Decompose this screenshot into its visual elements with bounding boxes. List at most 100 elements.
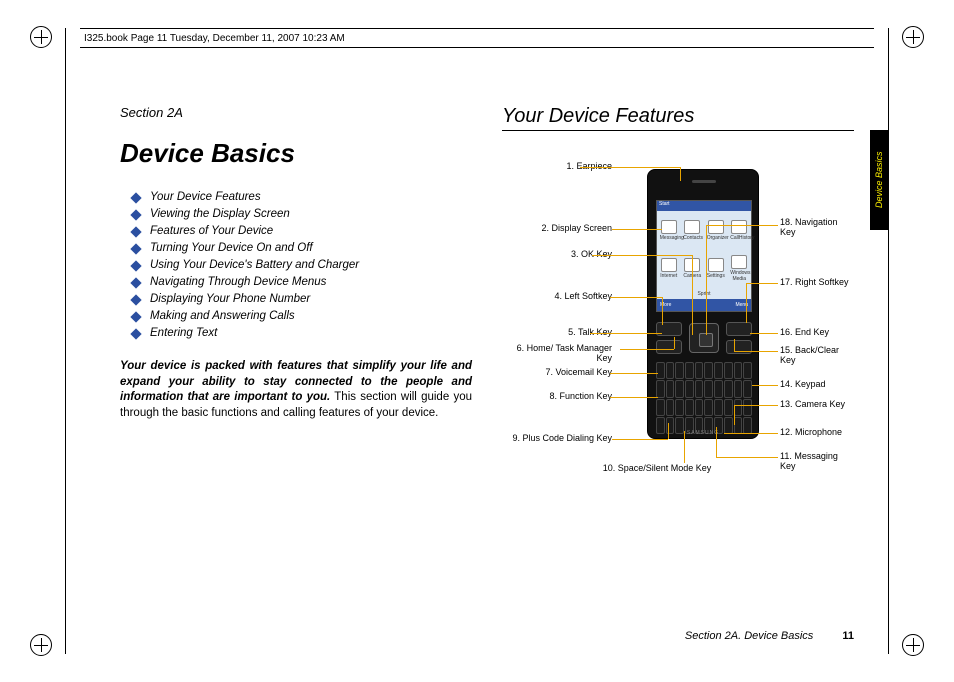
leader-line [734, 405, 735, 425]
toc-item-label: Turning Your Device On and Off [150, 242, 313, 254]
callout-display: 2. Display Screen [502, 223, 612, 233]
home-icon-label: CallHistory [730, 235, 754, 241]
leader-line [716, 427, 717, 457]
leader-line [612, 439, 668, 440]
home-icon: CallHistory [730, 220, 748, 241]
leader-line [590, 333, 662, 334]
bullet-icon [130, 260, 141, 271]
toc-item-label: Viewing the Display Screen [150, 208, 290, 220]
leader-line [580, 167, 680, 168]
crop-mark-icon [902, 26, 924, 48]
callout-microphone: 12. Microphone [780, 427, 842, 437]
toc-item: Viewing the Display Screen [132, 208, 472, 220]
page-number: 11 [842, 630, 854, 642]
device-diagram: Start Messaging Contacts Organizer CallH… [502, 141, 854, 571]
toc-item-label: Entering Text [150, 327, 217, 339]
home-icon: Windows Media [730, 255, 748, 282]
side-tab-label: Device Basics [874, 152, 884, 209]
crop-header-text: I325.book Page 11 Tuesday, December 11, … [84, 33, 345, 44]
callout-plus-code-key: 9. Plus Code Dialing Key [502, 433, 612, 443]
callout-right-softkey: 17. Right Softkey [780, 277, 849, 287]
qwerty-keypad [656, 362, 752, 434]
leader-line [674, 337, 675, 349]
home-icon: Messaging [660, 220, 678, 241]
leader-line [706, 225, 707, 335]
crop-mark-icon [902, 634, 924, 656]
home-icon-label: Settings [707, 273, 725, 279]
callout-home-key: 6. Home/ Task Manager Key [502, 343, 612, 364]
phone-screen: Start Messaging Contacts Organizer CallH… [656, 200, 752, 312]
bullet-icon [130, 209, 141, 220]
home-icon-label: Windows Media [730, 270, 750, 282]
toc-item-label: Your Device Features [150, 191, 261, 203]
leader-line [592, 255, 692, 256]
toc-item-label: Displaying Your Phone Number [150, 293, 310, 305]
toc-item: Your Device Features [132, 191, 472, 203]
leader-line [610, 397, 658, 398]
home-icon: Organizer [707, 220, 725, 241]
home-icon: Contacts [683, 220, 701, 241]
dpad-icon [689, 323, 719, 353]
home-icon: Settings [707, 258, 725, 279]
leader-line [610, 297, 662, 298]
callout-messaging-key: 11. Messaging Key [780, 451, 854, 472]
leader-line [734, 405, 778, 406]
toc-item-label: Navigating Through Device Menus [150, 276, 326, 288]
book-crop-header: I325.book Page 11 Tuesday, December 11, … [80, 28, 874, 48]
home-icon-label: Internet [660, 273, 677, 279]
callout-end-key: 16. End Key [780, 327, 829, 337]
leader-line [734, 351, 778, 352]
page-title: Device Basics [120, 138, 472, 169]
status-bar: Start [657, 201, 751, 211]
bullet-icon [130, 243, 141, 254]
home-icon: Internet [660, 258, 678, 279]
right-column: Your Device Features Start Messaging Con… [502, 105, 854, 612]
leader-line [716, 457, 778, 458]
leader-line [662, 297, 663, 325]
leader-line [724, 433, 778, 434]
talk-key-btn [656, 340, 682, 354]
toc-item: Features of Your Device [132, 225, 472, 237]
home-icon-row: Internet Camera Settings Windows Media [657, 251, 751, 285]
callout-voicemail-key: 7. Voicemail Key [502, 367, 612, 377]
bullet-icon [130, 294, 141, 305]
leader-line [610, 373, 658, 374]
leader-line [752, 385, 778, 386]
section-label: Section 2A [120, 105, 472, 120]
crop-rule [65, 28, 66, 654]
callout-keypad: 14. Keypad [780, 379, 826, 389]
callout-navigation-key: 18. Navigation Key [780, 217, 854, 238]
toc-item: Making and Answering Calls [132, 310, 472, 322]
crop-mark-icon [30, 26, 52, 48]
toc-item: Using Your Device's Battery and Charger [132, 259, 472, 271]
intro-paragraph: Your device is packed with features that… [120, 359, 472, 421]
toc-item-label: Features of Your Device [150, 225, 273, 237]
leader-line [620, 349, 674, 350]
leader-line [668, 423, 669, 439]
leader-line [612, 229, 662, 230]
left-column: Section 2A Device Basics Your Device Fea… [120, 105, 472, 612]
callout-camera-key: 13. Camera Key [780, 399, 845, 409]
page-footer: Section 2A. Device Basics 11 [0, 630, 854, 642]
home-icon-row: Messaging Contacts Organizer CallHistory [657, 213, 751, 247]
callout-space-key: 10. Space/Silent Mode Key [602, 463, 712, 473]
callout-function-key: 8. Function Key [502, 391, 612, 401]
toc-item: Displaying Your Phone Number [132, 293, 472, 305]
leader-line [746, 283, 778, 284]
home-icon-label: Contacts [683, 235, 703, 241]
toc-item-label: Using Your Device's Battery and Charger [150, 259, 359, 271]
phone-illustration: Start Messaging Contacts Organizer CallH… [647, 169, 759, 439]
bullet-icon [130, 192, 141, 203]
toc-list: Your Device Features Viewing the Display… [132, 191, 472, 339]
callout-back-key: 15. Back/Clear Key [780, 345, 854, 366]
column-title: Your Device Features [502, 105, 854, 131]
leader-line [706, 225, 778, 226]
bullet-icon [130, 277, 141, 288]
leader-line [746, 283, 747, 323]
home-icon-label: Messaging [660, 235, 684, 241]
leader-line [680, 167, 681, 181]
home-icon-label: Organizer [707, 235, 729, 241]
toc-item: Navigating Through Device Menus [132, 276, 472, 288]
bullet-icon [130, 328, 141, 339]
toc-item: Turning Your Device On and Off [132, 242, 472, 254]
